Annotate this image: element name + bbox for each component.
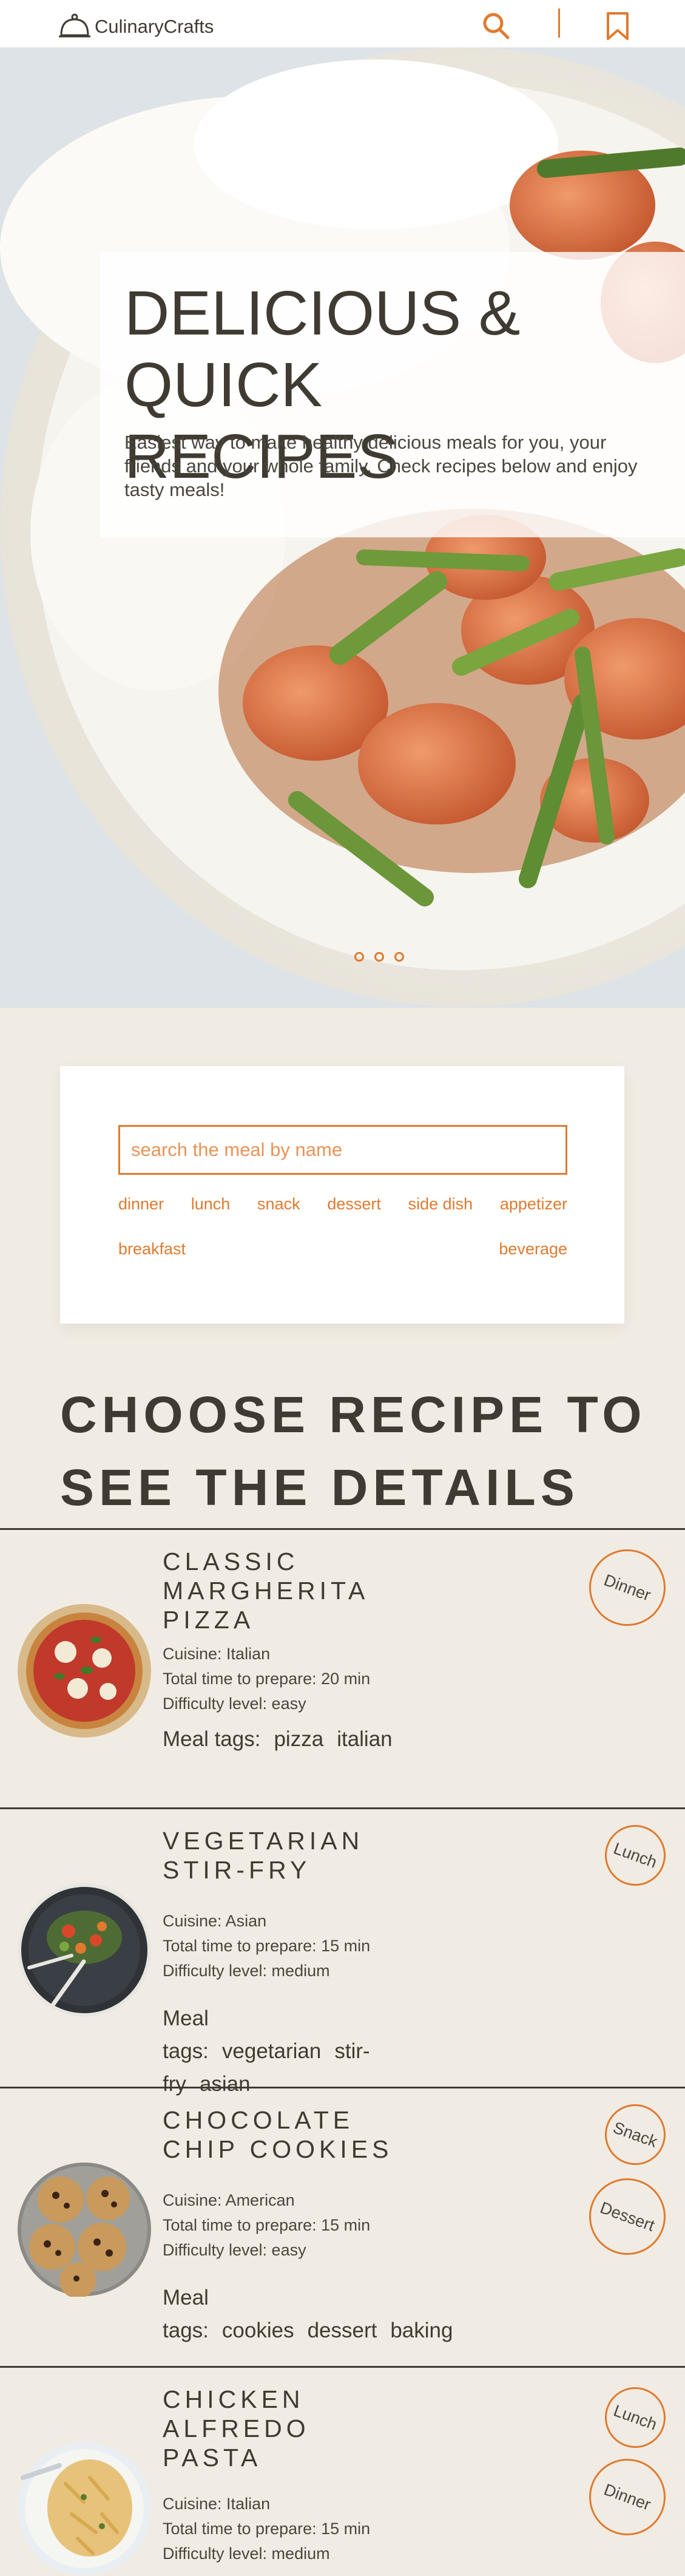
bookmark-icon[interactable] [604,11,631,41]
carousel-dot[interactable] [394,952,404,962]
meal-tag[interactable]: vegetarian [222,2039,321,2063]
search-icon[interactable] [481,11,510,40]
badge-lunch[interactable]: Lunch [596,1816,675,1895]
filter-tag-appetizer[interactable]: appetizer [500,1195,567,1214]
recipe-card-cookies[interactable]: CHOCOLATE CHIP COOKIES Cuisine: American… [0,2087,685,2366]
meal-tags-label: Meal tags: [163,2007,209,2063]
meal-tag[interactable]: baking [390,2319,453,2342]
brand-name: CulinaryCrafts [95,16,214,37]
site-header: CulinaryCrafts [0,0,685,47]
filter-tag-dessert[interactable]: dessert [327,1195,381,1214]
meal-tags-label: Meal tags: [163,1727,261,1751]
badge-dessert[interactable]: Dessert [578,2167,677,2266]
meal-tag[interactable]: cookies [222,2319,294,2342]
logo[interactable]: CulinaryCrafts [58,13,214,40]
section-title: CHOOSE RECIPE TO SEE THE DETAILS [60,1386,647,1516]
hero-subtitle: Easiest way to make healthy delicious me… [124,432,638,500]
recipe-meal-tags: Meal tags: cookies dessert baking [163,2282,453,2347]
recipe-difficulty: Difficulty level: medium [163,2544,330,2563]
recipe-cuisine: Cuisine: Asian [163,1912,267,1930]
carousel-dot[interactable] [354,952,364,962]
meal-type-filters: dinner lunch snack dessert side dish app… [118,1195,567,1214]
recipe-card-stir-fry[interactable]: VEGETARIAN STIR-FRY Cuisine: Asian Total… [0,1807,685,2096]
meal-tag[interactable]: dessert [308,2319,377,2342]
recipe-image-cookies [18,2163,151,2297]
recipe-image-pasta [18,2442,151,2575]
carousel-dot[interactable] [374,952,384,962]
recipe-card-alfredo[interactable]: CHICKEN ALFREDO PASTA Cuisine: Italian T… [0,2366,685,2575]
badge-dinner[interactable]: Dinner [578,1538,677,1637]
meal-tags-label: Meal tags: [163,2286,209,2342]
cloche-icon [59,13,90,38]
filter-tag-lunch[interactable]: lunch [191,1195,231,1214]
recipe-time: Total time to prepare: 15 min [163,2216,371,2234]
recipe-time: Total time to prepare: 15 min [163,2520,371,2538]
recipe-meal-tags: Meal tags: pizza italian [163,1723,417,1756]
recipe-time: Total time to prepare: 20 min [163,1670,371,1688]
search-panel: dinner lunch snack dessert side dish app… [60,1066,624,1324]
carousel-dots [354,952,404,962]
badge-snack[interactable]: Snack [596,2095,675,2174]
search-input[interactable] [118,1125,567,1175]
filter-tag-dinner[interactable]: dinner [118,1195,164,1214]
recipe-image-pizza [18,1604,151,1738]
recipe-difficulty: Difficulty level: medium [163,1962,330,1980]
recipe-title[interactable]: VEGETARIAN STIR-FRY [163,1826,417,1884]
recipe-title[interactable]: CLASSIC MARGHERITA PIZZA [163,1547,417,1634]
recipe-cuisine: Cuisine: Italian [163,1645,271,1663]
filter-tag-side-dish[interactable]: side dish [408,1195,473,1214]
filter-tag-breakfast[interactable]: breakfast [118,1240,186,1259]
meal-tag[interactable]: italian [337,1727,392,1751]
recipe-difficulty: Difficulty level: easy [163,1694,306,1713]
badge-lunch[interactable]: Lunch [596,2378,675,2457]
recipe-time: Total time to prepare: 15 min [163,1937,371,1955]
recipe-meal-tags: Meal tags: vegetarian stir-fry asian [163,2002,417,2101]
meal-type-filters-row2: breakfast beverage [118,1240,567,1259]
meal-tag[interactable]: pizza [274,1727,323,1751]
recipe-card-margherita[interactable]: CLASSIC MARGHERITA PIZZA Cuisine: Italia… [0,1528,685,1807]
recipe-title[interactable]: CHOCOLATE CHIP COOKIES [163,2105,417,2164]
filter-tag-snack[interactable]: snack [257,1195,300,1214]
recipe-cuisine: Cuisine: Italian [163,2495,271,2513]
header-divider [558,8,560,38]
recipe-cuisine: Cuisine: American [163,2191,295,2209]
hero-carousel [0,47,685,1008]
recipe-title[interactable]: CHICKEN ALFREDO PASTA [163,2385,417,2472]
recipe-difficulty: Difficulty level: easy [163,2241,306,2259]
filter-tag-beverage[interactable]: beverage [499,1240,567,1259]
badge-dinner[interactable]: Dinner [578,2448,677,2546]
recipe-image-stir-fry [18,1883,151,2017]
